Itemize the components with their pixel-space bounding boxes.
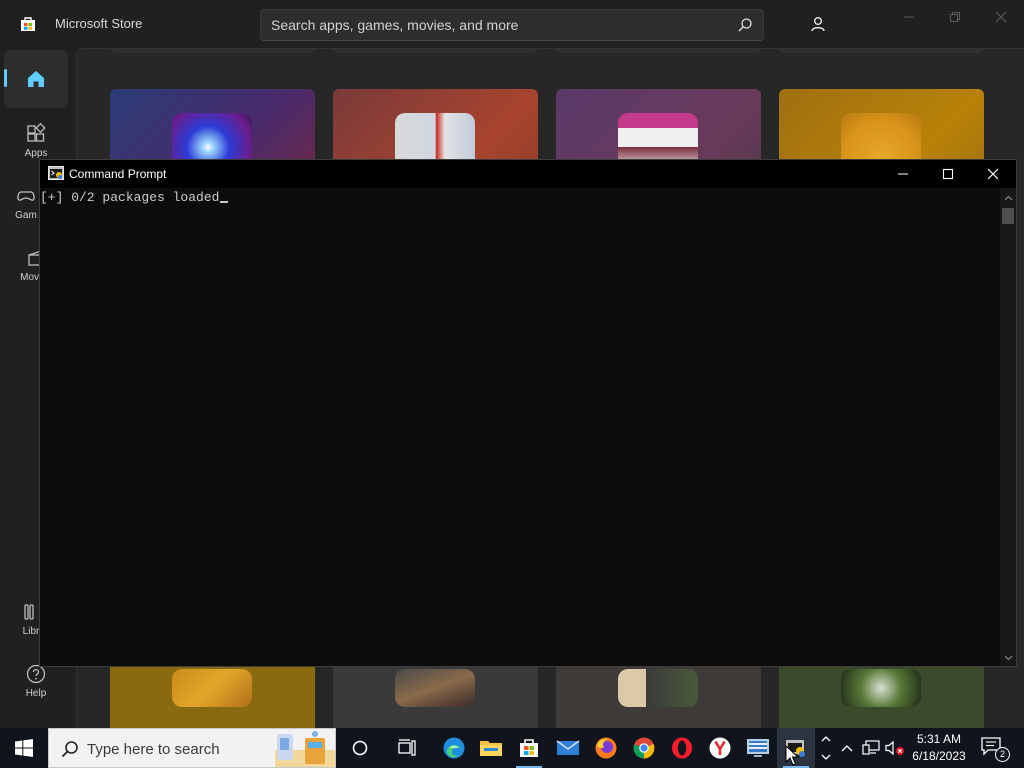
task-view-icon [398,739,416,756]
minimize-icon [898,173,908,175]
mail-icon [556,740,580,755]
chevron-up-icon [1004,195,1012,201]
cmd-minimize-button[interactable] [880,160,926,188]
nav-label-help: Help [25,688,47,699]
store-search-box[interactable] [260,9,764,41]
nav-label-apps: Apps [24,148,48,159]
volume-button[interactable] [884,728,906,768]
windows-logo-icon [15,739,33,757]
action-center-button[interactable]: 2 [980,736,1010,762]
scroll-thumb[interactable] [1002,208,1014,224]
tile-row-edge [556,49,761,53]
tile-row-edge [110,49,315,53]
restore-icon [950,12,960,22]
taskbar-control-panel[interactable] [739,728,777,768]
nav-label-library: Libr [22,626,40,637]
home-icon [28,71,44,87]
taskbar-microsoft-store[interactable] [510,728,548,768]
nav-label-gaming: Gam [15,210,37,221]
start-button[interactable] [0,728,48,768]
scroll-down-button[interactable] [1000,650,1016,666]
show-hidden-icons-button[interactable] [838,728,856,768]
network-status-button[interactable] [860,728,882,768]
store-window-title: Microsoft Store [55,16,143,31]
scroll-up-button[interactable] [1000,190,1016,206]
taskbar-search-input[interactable] [87,738,267,760]
cortana-icon [352,740,368,756]
clock-date: 6/18/2023 [912,749,966,763]
firefox-icon [595,737,617,759]
cortana-button[interactable] [341,728,379,768]
cmd-maximize-button[interactable] [925,160,971,188]
console-scrollbar[interactable] [1000,188,1016,666]
person-icon [811,17,825,32]
store-search-input[interactable] [271,10,731,40]
desktop: Microsoft Store Search apps, games, movi… [0,0,1024,768]
mouse-pointer-icon [785,745,799,766]
monitor-app-icon [747,739,769,757]
tile-row-edge [779,49,984,53]
console-output-text: [+] 0/2 packages loaded [40,190,220,205]
taskbar-clock[interactable]: 5:31 AM 6/18/2023 [905,731,973,765]
network-icon [862,740,880,755]
game-controller-icon [17,191,35,201]
taskbar-edge[interactable] [435,728,473,768]
taskbar: 5:31 AM 6/18/2023 2 [0,728,1024,768]
close-icon [987,168,999,180]
speaker-muted-icon [885,740,904,756]
taskbar-yandex[interactable] [701,728,739,768]
notification-count-badge: 2 [995,747,1010,762]
store-restore-button[interactable] [938,4,972,30]
task-view-button[interactable] [389,728,427,768]
search-highlight-illustration [275,731,335,767]
clock-time: 5:31 AM [916,732,962,746]
edge-browser-icon [443,737,465,759]
yandex-browser-icon [709,737,731,759]
taskbar-chrome[interactable] [625,728,663,768]
chevron-down-icon [821,754,831,760]
app-thumbnail [841,669,921,707]
tile-row-edge [333,49,538,53]
store-titlebar[interactable]: Microsoft Store [0,0,1024,48]
close-icon [995,11,1007,23]
store-bag-icon [520,739,538,757]
taskbar-overflow-scroller[interactable] [817,728,835,768]
opera-icon [672,737,692,759]
taskbar-file-explorer[interactable] [472,728,510,768]
text-cursor [220,201,229,203]
search-icon[interactable] [737,17,753,33]
minimize-icon [904,16,914,18]
chevron-up-icon [821,736,831,742]
maximize-icon [942,168,954,180]
console-output-area[interactable]: [+] 0/2 packages loaded [40,188,1000,666]
nav-item-home[interactable] [4,50,68,108]
command-prompt-window: Command Prompt [+] 0/2 packages loaded [39,159,1017,667]
taskbar-opera[interactable] [663,728,701,768]
chevron-down-icon [1004,655,1012,661]
store-bag-icon [21,17,35,31]
app-thumbnail [172,669,252,707]
active-indicator [4,69,7,87]
cmd-window-title: Command Prompt [69,167,167,181]
chrome-icon [633,737,655,759]
apps-icon [27,123,46,142]
account-button[interactable] [804,10,832,38]
search-icon [61,741,78,758]
console-line: [+] 0/2 packages loaded [40,190,229,206]
taskbar-search-box[interactable] [48,728,336,768]
store-close-button[interactable] [984,4,1018,30]
cmd-titlebar[interactable]: Command Prompt [40,160,1016,188]
chevron-up-icon [841,745,853,752]
app-thumbnail [395,669,475,707]
console-app-icon [48,166,64,180]
taskbar-mail[interactable] [549,728,587,768]
taskbar-firefox[interactable] [587,728,625,768]
app-thumbnail [618,669,698,707]
cmd-close-button[interactable] [970,160,1016,188]
folder-icon [480,741,502,756]
store-minimize-button[interactable] [892,4,926,30]
